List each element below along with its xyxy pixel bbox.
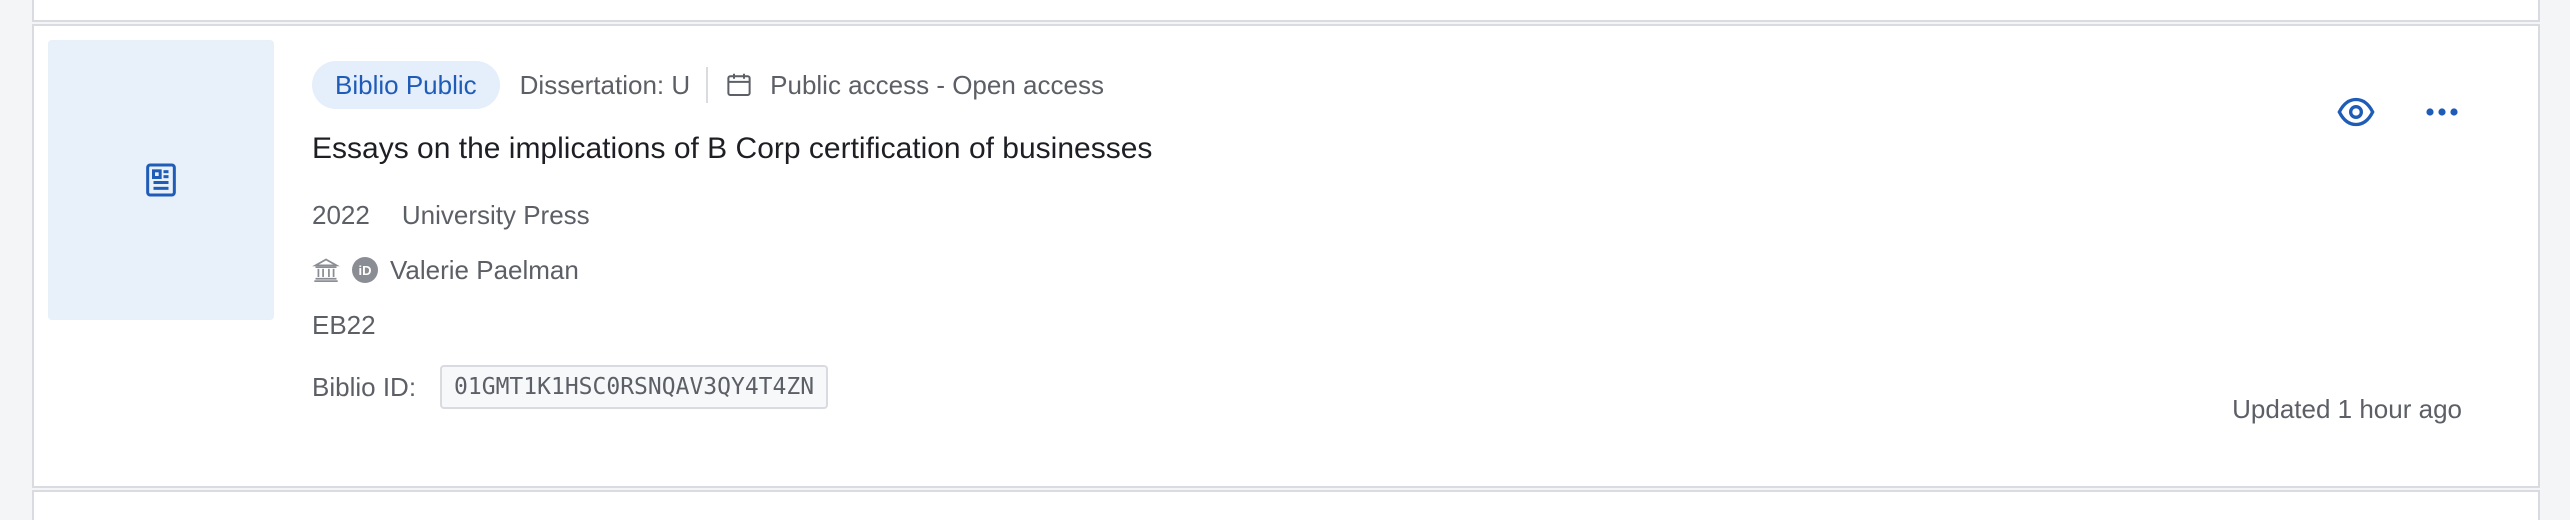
record-thumbnail[interactable] bbox=[48, 40, 274, 320]
publication-year: 2022 bbox=[312, 200, 370, 230]
record-meta-row: Biblio Public Dissertation: U Public acc… bbox=[312, 60, 1104, 110]
access-level: Public access - Open access bbox=[770, 69, 1104, 100]
eye-icon bbox=[2337, 97, 2375, 127]
more-actions-button[interactable] bbox=[2420, 90, 2464, 134]
publication-info: 2022 University Press bbox=[312, 200, 590, 231]
author-row: iD Valerie Paelman bbox=[312, 250, 579, 290]
next-result-card bbox=[32, 490, 2540, 520]
updated-timestamp: Updated 1 hour ago bbox=[2232, 394, 2462, 424]
calendar-icon bbox=[727, 73, 751, 96]
record-type: Dissertation: U bbox=[520, 67, 709, 103]
status-badge: Biblio Public bbox=[312, 61, 500, 109]
record-title[interactable]: Essays on the implications of B Corp cer… bbox=[312, 132, 1152, 166]
department-code: EB22 bbox=[312, 310, 376, 340]
biblio-id-value[interactable]: 01GMT1K1HSC0RSNQAV3QY4T4ZN bbox=[440, 365, 829, 409]
more-horizontal-icon bbox=[2426, 108, 2458, 116]
author-name[interactable]: Valerie Paelman bbox=[390, 255, 579, 286]
publisher: University Press bbox=[401, 200, 590, 230]
orcid-icon: iD bbox=[352, 257, 378, 283]
document-icon bbox=[146, 163, 176, 197]
page: Biblio Public Dissertation: U Public acc… bbox=[0, 0, 2570, 520]
previous-result-card bbox=[32, 0, 2540, 22]
institution-icon bbox=[312, 258, 340, 282]
biblio-id-row: Biblio ID: 01GMT1K1HSC0RSNQAV3QY4T4ZN bbox=[312, 364, 829, 410]
biblio-id-label: Biblio ID: bbox=[312, 371, 417, 402]
view-button[interactable] bbox=[2334, 90, 2378, 134]
